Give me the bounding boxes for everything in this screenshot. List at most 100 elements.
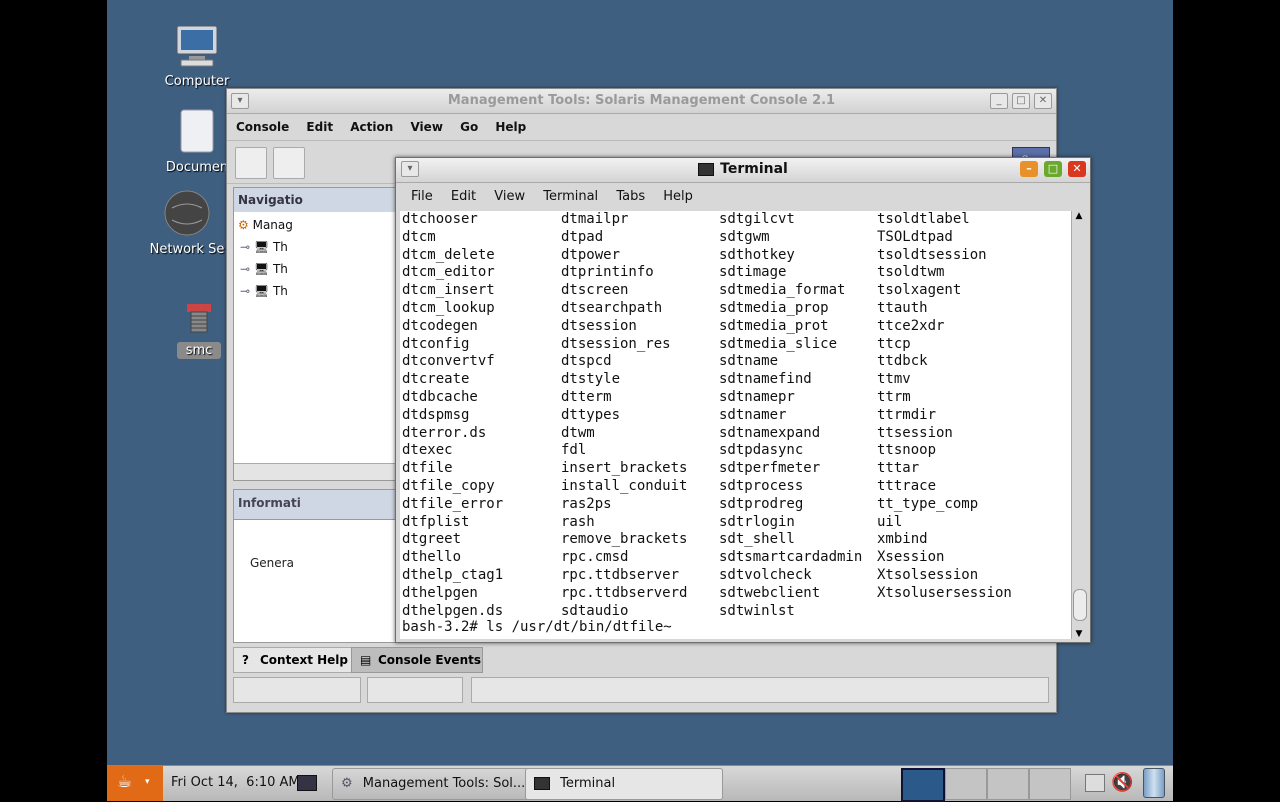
menu-edit[interactable]: Edit	[451, 189, 476, 204]
minimize-button[interactable]: _	[990, 93, 1008, 109]
file-entry: tsoldtlabel	[877, 211, 970, 227]
desktop-icon-smc[interactable]: smc	[177, 300, 221, 359]
minimize-button[interactable]: –	[1020, 161, 1038, 177]
file-entry: sdt_shell	[719, 531, 795, 548]
close-button[interactable]: ✕	[1068, 161, 1086, 177]
workspace-3[interactable]	[987, 768, 1029, 800]
open-toolbox-icon[interactable]	[273, 147, 305, 179]
smc-app-icon	[187, 304, 211, 333]
close-button[interactable]: ✕	[1034, 93, 1052, 109]
terminal-scrollbar[interactable]: ▲ ▼	[1071, 211, 1087, 639]
folder-icon	[180, 109, 214, 153]
menu-go[interactable]: Go	[460, 120, 478, 134]
file-entry: sdtprodreg	[719, 495, 804, 512]
workspace-2[interactable]	[945, 768, 987, 800]
file-entry: dthelp_ctag1	[402, 566, 504, 583]
file-entry: install_conduit	[561, 477, 688, 494]
nav-item[interactable]: ⊸ 🖥 Th	[240, 284, 288, 298]
clock[interactable]: Fri Oct 14, 6:10 AM	[171, 768, 300, 798]
scroll-thumb[interactable]	[1073, 589, 1087, 621]
screen: Computer Documen Network Se smc ▾ Manage…	[0, 0, 1280, 802]
monitor-icon	[297, 774, 317, 791]
menu-help[interactable]: Help	[663, 189, 693, 204]
file-entry: dtchooser	[402, 211, 478, 227]
terminal-output[interactable]: dtchooser dtcm dtcm_delete dtcm_editor dtcm_…	[400, 211, 1073, 639]
file-entry: dtconvertvf	[402, 353, 495, 370]
scroll-down-arrow-icon[interactable]: ▼	[1072, 629, 1086, 639]
file-entry: sdtmedia_slice	[719, 335, 838, 352]
menu-view[interactable]: View	[410, 120, 442, 134]
file-entry: dtstyle	[561, 371, 621, 388]
status-field	[471, 677, 1049, 703]
file-entry: dtexec	[402, 442, 453, 459]
file-entry: xmbind	[877, 531, 928, 548]
nav-item-root[interactable]: ⚙ Manag	[238, 218, 293, 232]
file-entry: tttar	[877, 460, 920, 477]
desktop-icon-network[interactable]: Network Se	[142, 188, 232, 257]
menu-console[interactable]: Console	[236, 120, 289, 134]
menu-view[interactable]: View	[494, 189, 525, 204]
file-entry: dthelpgen	[402, 584, 478, 601]
file-entry: dtcm_lookup	[402, 299, 495, 316]
workspace-1[interactable]	[901, 768, 945, 802]
maximize-button[interactable]: □	[1012, 93, 1030, 109]
toolbox-icon: ⚙	[238, 218, 249, 232]
menu-tabs[interactable]: Tabs	[616, 189, 645, 204]
file-entry: sdtperfmeter	[719, 460, 821, 477]
file-entry: ttsnoop	[877, 442, 937, 459]
file-entry: ttauth	[877, 299, 928, 316]
maximize-button[interactable]: □	[1044, 161, 1062, 177]
desktop: Computer Documen Network Se smc ▾ Manage…	[107, 0, 1173, 800]
menu-action[interactable]: Action	[350, 120, 393, 134]
file-entry: dtfplist	[402, 513, 470, 530]
desktop-icon-computer[interactable]: Computer	[162, 22, 232, 89]
launch-menu-button[interactable]: ☕ ▾	[107, 766, 163, 801]
smc-gear-icon: ⚙	[341, 776, 353, 791]
file-entry: dthello	[402, 549, 462, 566]
file-entry: ras2ps	[561, 495, 612, 512]
workspace-4[interactable]	[1029, 768, 1071, 800]
file-entry: tttrace	[877, 477, 937, 494]
scroll-up-arrow-icon[interactable]: ▲	[1072, 211, 1086, 221]
terminal-titlebar[interactable]: ▾ Terminal – □ ✕	[396, 158, 1090, 183]
file-entry: sdtpdasync	[719, 442, 804, 459]
volume-muted-icon[interactable]: 🔇	[1111, 771, 1133, 795]
output-column: sdtgilcvt sdtgwm sdthotkey sdtimage sdtmedia…	[719, 211, 862, 620]
task-button-smc[interactable]: ⚙ Management Tools: Sol...	[332, 768, 532, 800]
menu-edit[interactable]: Edit	[306, 120, 333, 134]
desktop-icon-label: smc	[177, 342, 221, 359]
file-entry: TSOLdtpad	[877, 228, 953, 245]
file-entry: sdthotkey	[719, 246, 795, 263]
file-entry: dtcodegen	[402, 317, 478, 334]
file-entry: dtsession	[561, 317, 637, 334]
file-entry: dtterm	[561, 388, 612, 405]
file-entry: dtspcd	[561, 353, 612, 370]
file-entry: dtconfig	[402, 335, 470, 352]
task-button-terminal[interactable]: Terminal	[525, 768, 723, 800]
output-column: dtmailpr dtpad dtpower dtprintinfo dtscreen d…	[561, 211, 687, 620]
nav-item[interactable]: ⊸ 🖥 Th	[240, 240, 288, 254]
nav-item-label: Th	[272, 240, 288, 254]
file-entry: dtfile_copy	[402, 477, 495, 494]
printer-icon[interactable]	[1085, 774, 1105, 792]
file-entry: ttsession	[877, 424, 953, 441]
tab-context-help[interactable]: ? Context Help	[233, 647, 353, 673]
file-entry: sdtnamexpand	[719, 424, 821, 441]
trash-icon[interactable]	[1143, 768, 1165, 798]
tab-console-events[interactable]: ▤ Console Events	[351, 647, 483, 673]
file-entry: dthelpgen.ds	[402, 602, 504, 619]
menu-help[interactable]: Help	[495, 120, 526, 134]
nav-item-label: Th	[272, 262, 288, 276]
nav-item[interactable]: ⊸ 🖥 Th	[240, 262, 288, 276]
desktop-icon-documents[interactable]: Documen	[162, 106, 232, 175]
status-field	[233, 677, 361, 703]
menu-file[interactable]: File	[411, 189, 433, 204]
show-desktop-button[interactable]	[297, 768, 321, 798]
file-entry: sdtsmartcardadmin	[719, 549, 863, 566]
new-console-icon[interactable]	[235, 147, 267, 179]
menu-terminal[interactable]: Terminal	[543, 189, 598, 204]
file-entry: sdtgwm	[719, 228, 770, 245]
file-entry: fdl	[561, 442, 587, 459]
smc-titlebar[interactable]: ▾ Management Tools: Solaris Management C…	[227, 89, 1056, 114]
terminal-icon	[698, 162, 715, 176]
